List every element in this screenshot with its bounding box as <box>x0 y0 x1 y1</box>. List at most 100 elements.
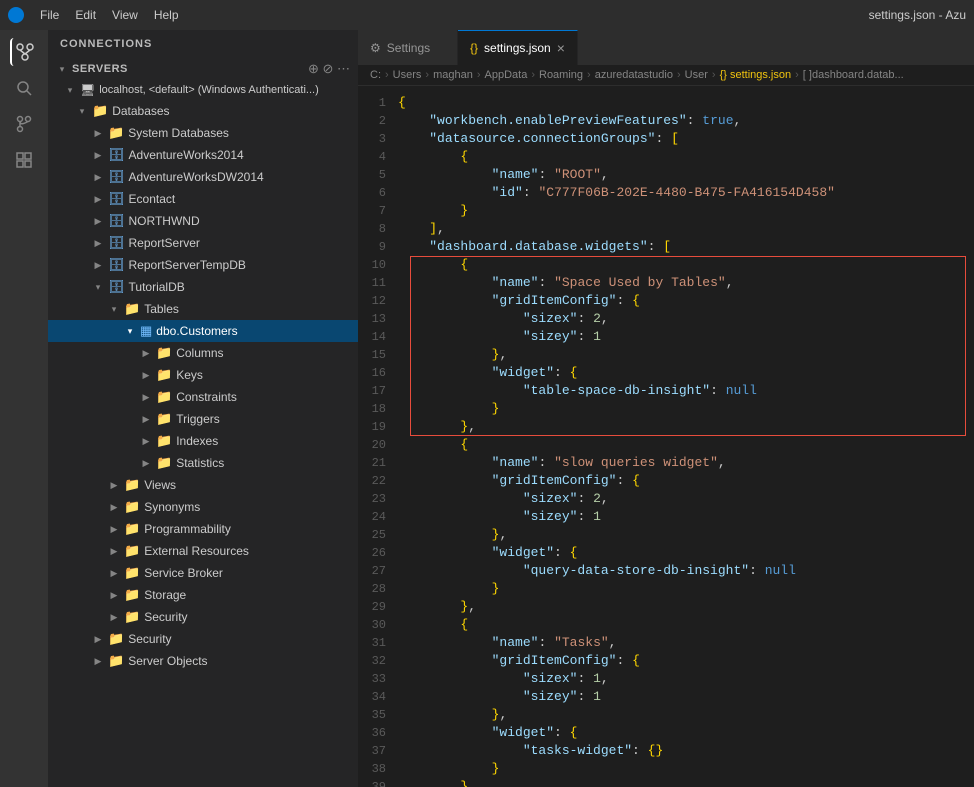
line-number-9: 9 <box>358 238 398 256</box>
columns-chevron: ▶ <box>140 348 152 359</box>
app-logo <box>8 7 24 23</box>
line-content-7: } <box>398 202 974 220</box>
settings-json-tab-label: settings.json <box>484 41 551 55</box>
code-line-2: 2 "workbench.enablePreviewFeatures": tru… <box>358 112 974 130</box>
sidebar-item-constraints[interactable]: ▶ 📁 Constraints <box>48 386 358 408</box>
source-control-activity-icon[interactable] <box>10 110 38 138</box>
sidebar-item-localhost[interactable]: ▾ 🖥 localhost, <default> (Windows Authen… <box>48 80 358 100</box>
system-db-label: System Databases <box>128 126 229 140</box>
security-chevron: ▶ <box>92 634 104 645</box>
sidebar-item-adventureworks2014[interactable]: ▶ 🗄 AdventureWorks2014 <box>48 144 358 166</box>
code-line-28: 28 } <box>358 580 974 598</box>
sidebar-item-triggers[interactable]: ▶ 📁 Triggers <box>48 408 358 430</box>
sidebar-item-statistics[interactable]: ▶ 📁 Statistics <box>48 452 358 474</box>
sidebar-item-dbo-customers[interactable]: ▾ ▦ dbo.Customers <box>48 320 358 342</box>
econtact-label: Econtact <box>129 192 176 206</box>
settings-json-tab-close[interactable]: × <box>557 41 565 55</box>
code-line-38: 38 } <box>358 760 974 778</box>
connections-activity-icon[interactable] <box>10 38 38 66</box>
menu-edit[interactable]: Edit <box>75 8 96 22</box>
awdw2014-chevron: ▶ <box>92 172 104 183</box>
storage-label: Storage <box>144 588 186 602</box>
line-content-6: "id": "C777F06B-202E-4480-B475-FA416154D… <box>398 184 974 202</box>
search-activity-icon[interactable] <box>10 74 38 102</box>
code-line-14: 14 "sizey": 1 <box>358 328 974 346</box>
sidebar-item-service-broker[interactable]: ▶ 📁 Service Broker <box>48 562 358 584</box>
tab-settings-json[interactable]: {} settings.json × <box>458 30 578 65</box>
line-number-4: 4 <box>358 148 398 166</box>
code-line-23: 23 "sizex": 2, <box>358 490 974 508</box>
sidebar-item-databases[interactable]: ▾ 📁 Databases <box>48 100 358 122</box>
line-number-39: 39 <box>358 778 398 787</box>
server-icon: 🖥 <box>80 83 95 97</box>
line-content-25: }, <box>398 526 974 544</box>
programmability-folder-icon: 📁 <box>124 521 140 537</box>
sidebar-item-security[interactable]: ▶ 📁 Security <box>48 628 358 650</box>
econtact-db-icon: 🗄 <box>108 191 125 207</box>
line-content-33: "sizex": 1, <box>398 670 974 688</box>
sidebar-item-storage[interactable]: ▶ 📁 Storage <box>48 584 358 606</box>
aw2014-label: AdventureWorks2014 <box>129 148 244 162</box>
servers-section[interactable]: ▾ SERVERS ⊕ ⊘ ⋯ <box>48 58 358 80</box>
extensions-activity-icon[interactable] <box>10 146 38 174</box>
code-line-11: 11 "name": "Space Used by Tables", <box>358 274 974 292</box>
code-line-24: 24 "sizey": 1 <box>358 508 974 526</box>
sidebar-item-views[interactable]: ▶ 📁 Views <box>48 474 358 496</box>
constraints-chevron: ▶ <box>140 392 152 403</box>
sidebar-item-reportservertempdb[interactable]: ▶ 🗄 ReportServerTempDB <box>48 254 358 276</box>
sidebar-item-tutorialdb[interactable]: ▾ 🗄 TutorialDB <box>48 276 358 298</box>
keys-label: Keys <box>176 368 203 382</box>
breadcrumb: C: › Users › maghan › AppData › Roaming … <box>358 65 974 86</box>
customers-chevron: ▾ <box>124 326 136 337</box>
tutorialdb-label: TutorialDB <box>129 280 185 294</box>
line-number-6: 6 <box>358 184 398 202</box>
sidebar-item-external-resources[interactable]: ▶ 📁 External Resources <box>48 540 358 562</box>
sidebar-item-synonyms[interactable]: ▶ 📁 Synonyms <box>48 496 358 518</box>
econtact-chevron: ▶ <box>92 194 104 205</box>
code-line-27: 27 "query-data-store-db-insight": null <box>358 562 974 580</box>
line-content-16: "widget": { <box>398 364 974 382</box>
code-line-37: 37 "tasks-widget": {} <box>358 742 974 760</box>
line-number-32: 32 <box>358 652 398 670</box>
server-tools: ⊕ ⊘ ⋯ <box>308 61 350 77</box>
sidebar-item-northwnd[interactable]: ▶ 🗄 NORTHWND <box>48 210 358 232</box>
storage-folder-icon: 📁 <box>124 587 140 603</box>
code-line-18: 18 } <box>358 400 974 418</box>
code-line-30: 30 { <box>358 616 974 634</box>
menu-help[interactable]: Help <box>154 8 179 22</box>
programmability-chevron: ▶ <box>108 524 120 535</box>
menu-file[interactable]: File <box>40 8 59 22</box>
sidebar-item-keys[interactable]: ▶ 📁 Keys <box>48 364 358 386</box>
breadcrumb-c: C: <box>370 69 381 81</box>
sidebar-item-indexes[interactable]: ▶ 📁 Indexes <box>48 430 358 452</box>
line-number-19: 19 <box>358 418 398 436</box>
line-number-11: 11 <box>358 274 398 292</box>
sidebar-item-system-databases[interactable]: ▶ 📁 System Databases <box>48 122 358 144</box>
code-editor[interactable]: 1{2 "workbench.enablePreviewFeatures": t… <box>358 86 974 787</box>
tables-chevron: ▾ <box>108 304 120 315</box>
line-content-15: }, <box>398 346 974 364</box>
line-number-38: 38 <box>358 760 398 778</box>
code-line-31: 31 "name": "Tasks", <box>358 634 974 652</box>
breadcrumb-roaming: Roaming <box>539 69 583 81</box>
sidebar-item-adventureworksdw2014[interactable]: ▶ 🗄 AdventureWorksDW2014 <box>48 166 358 188</box>
sidebar-item-security-sub[interactable]: ▶ 📁 Security <box>48 606 358 628</box>
external-resources-chevron: ▶ <box>108 546 120 557</box>
code-line-17: 17 "table-space-db-insight": null <box>358 382 974 400</box>
code-line-9: 9 "dashboard.database.widgets": [ <box>358 238 974 256</box>
external-resources-folder-icon: 📁 <box>124 543 140 559</box>
line-content-4: { <box>398 148 974 166</box>
sidebar-item-reportserver[interactable]: ▶ 🗄 ReportServer <box>48 232 358 254</box>
sidebar-item-server-objects[interactable]: ▶ 📁 Server Objects <box>48 650 358 672</box>
tab-settings[interactable]: ⚙ Settings <box>358 30 458 65</box>
line-content-2: "workbench.enablePreviewFeatures": true, <box>398 112 974 130</box>
sidebar-item-tables[interactable]: ▾ 📁 Tables <box>48 298 358 320</box>
sidebar-item-econtact[interactable]: ▶ 🗄 Econtact <box>48 188 358 210</box>
sidebar-item-programmability[interactable]: ▶ 📁 Programmability <box>48 518 358 540</box>
sidebar-item-columns[interactable]: ▶ 📁 Columns <box>48 342 358 364</box>
menu-view[interactable]: View <box>112 8 138 22</box>
line-content-22: "gridItemConfig": { <box>398 472 974 490</box>
sidebar-tree: ▾ 🖥 localhost, <default> (Windows Authen… <box>48 80 358 787</box>
server-objects-chevron: ▶ <box>92 656 104 667</box>
localhost-chevron: ▾ <box>64 85 76 96</box>
